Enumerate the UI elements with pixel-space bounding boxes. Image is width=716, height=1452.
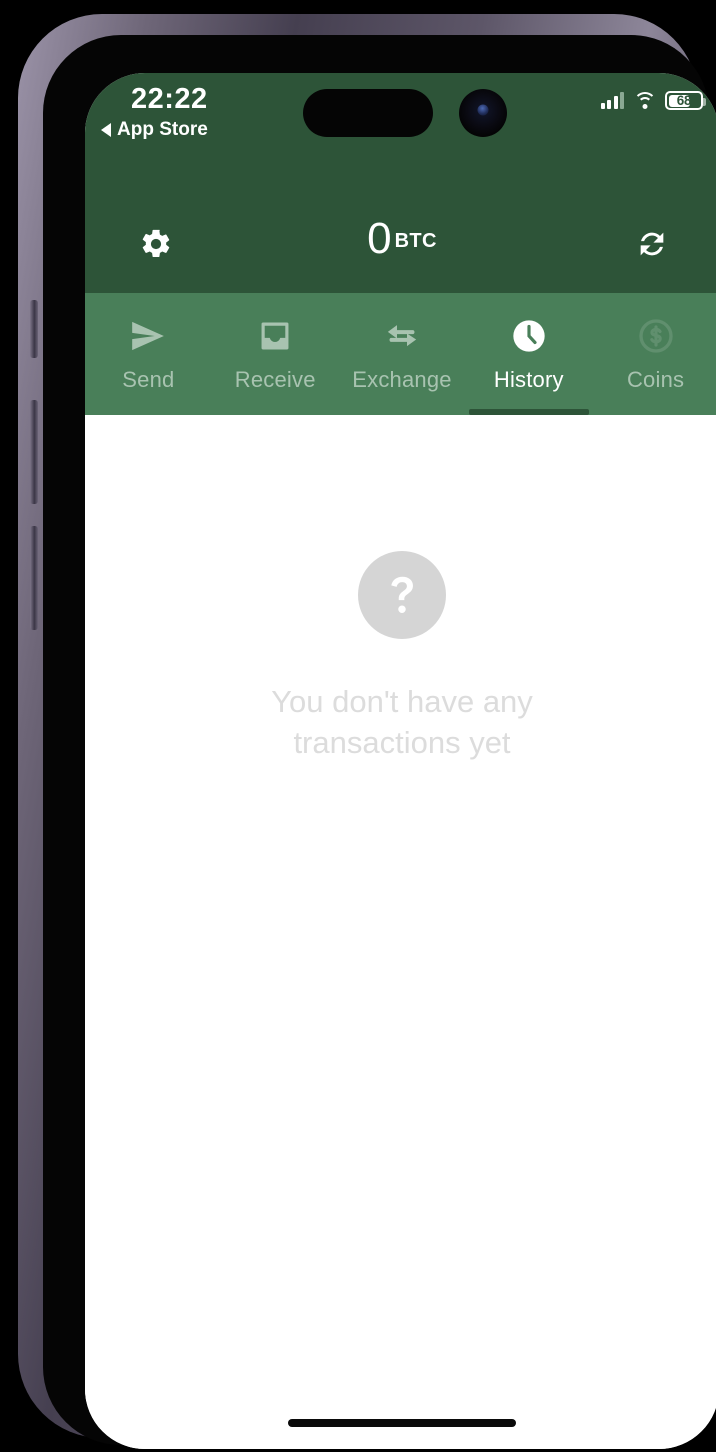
- clock-icon: [509, 315, 549, 357]
- app-header: 22:22 App Store 68 0 BTC: [85, 73, 716, 293]
- tab-exchange[interactable]: Exchange: [339, 293, 466, 415]
- balance-row: 0 BTC: [85, 213, 716, 293]
- phone-bezel: 22:22 App Store 68 0 BTC Send Receive Ex…: [43, 35, 716, 1449]
- inbox-tray-icon: [256, 315, 294, 357]
- balance-currency: BTC: [394, 229, 437, 252]
- refresh-icon: [640, 232, 664, 256]
- swap-arrows-icon: [382, 315, 422, 357]
- tab-receive[interactable]: Receive: [212, 293, 339, 415]
- back-to-app-store-link[interactable]: App Store: [101, 119, 208, 141]
- tab-history[interactable]: History: [465, 293, 592, 415]
- tab-coins[interactable]: Coins: [592, 293, 716, 415]
- dynamic-island: [303, 89, 433, 137]
- empty-state-message: You don't have any transactions yet: [271, 684, 533, 761]
- refresh-button[interactable]: [629, 221, 675, 267]
- screenshot-stage: 22:22 App Store 68 0 BTC Send Receive Ex…: [0, 0, 716, 1452]
- battery-percent: 68: [676, 93, 692, 108]
- signal-bars-icon: [600, 92, 624, 109]
- tab-bar: Send Receive Exchange History Coins: [85, 293, 716, 415]
- action-button[interactable]: [30, 300, 38, 358]
- balance-display: 0 BTC: [85, 217, 716, 261]
- tab-send[interactable]: Send: [85, 293, 212, 415]
- tab-send-label: Send: [122, 367, 175, 392]
- history-content: You don't have any transactions yet: [85, 415, 716, 1449]
- phone-frame: 22:22 App Store 68 0 BTC Send Receive Ex…: [18, 14, 716, 1449]
- dollar-circle-icon: [636, 315, 676, 357]
- volume-down-button[interactable]: [30, 526, 38, 630]
- question-mark-circle-icon: [358, 551, 446, 639]
- volume-up-button[interactable]: [30, 400, 38, 504]
- triangle-left-icon: [101, 123, 111, 137]
- balance-amount: 0: [367, 214, 392, 263]
- back-label: App Store: [117, 119, 208, 140]
- home-indicator[interactable]: [288, 1419, 516, 1427]
- tab-history-label: History: [493, 367, 564, 392]
- tab-receive-label: Receive: [234, 367, 316, 392]
- phone-screen: 22:22 App Store 68 0 BTC Send Receive Ex…: [85, 73, 716, 1449]
- front-camera: [459, 89, 507, 137]
- tab-coins-label: Coins: [626, 367, 685, 392]
- status-bar-time: 22:22: [131, 83, 208, 115]
- tab-exchange-label: Exchange: [352, 367, 452, 392]
- paper-plane-icon: [128, 315, 168, 357]
- battery-icon: 68: [665, 91, 706, 110]
- status-bar-indicators: 68: [600, 91, 706, 110]
- wifi-icon: [633, 92, 656, 109]
- status-bar: 22:22 App Store 68: [85, 73, 716, 151]
